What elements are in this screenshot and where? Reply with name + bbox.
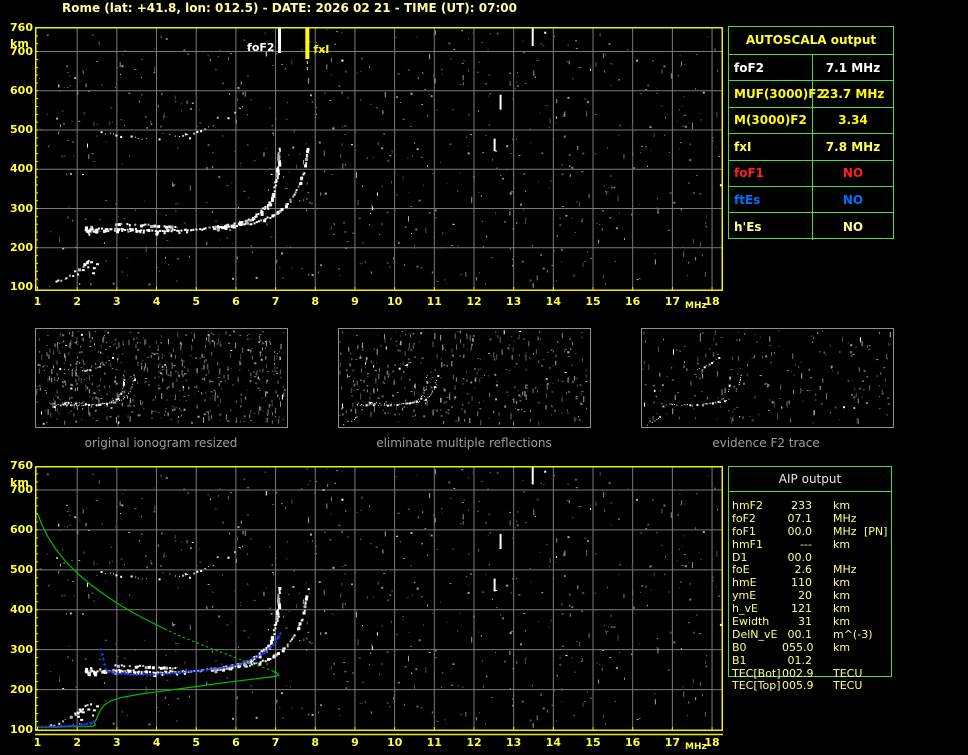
x-tick-label: 13 [506, 295, 522, 308]
x-tick-label: 11 [426, 736, 442, 749]
x-tick-label: 17 [664, 736, 681, 749]
autoscala-output-screen: Rome (lat: +41.8, lon: 012.5) - DATE: 20… [0, 0, 968, 755]
y-tick-label: 500 [10, 562, 33, 576]
x-tick-label: 10 [386, 295, 403, 308]
autoscala-row-label: M(3000)F2 [729, 107, 813, 134]
x-tick-label: 11 [426, 295, 442, 308]
autoscala-row-value: NO [842, 166, 864, 181]
y-axis-unit-label: km [10, 476, 29, 489]
x-tick-label: 12 [466, 295, 482, 308]
aip-output-row: foF1 00.0 MHz [PN] [732, 524, 888, 538]
autoscala-row-value: 7.1 MHz [825, 60, 881, 75]
aip-output-row: foF2 07.1 MHz [732, 511, 857, 525]
x-tick-label: 1 [33, 736, 42, 749]
x-tick-label: 15 [585, 295, 601, 308]
y-tick-label: 600 [10, 83, 33, 97]
page-title: Rome (lat: +41.8, lon: 012.5) - DATE: 20… [62, 1, 517, 15]
y-tick-label: 760 [10, 459, 33, 473]
aip-output-row: B1 01.2 [732, 653, 812, 667]
y-tick-label: 500 [10, 123, 33, 137]
autoscala-row-value: 23.7 MHz [821, 87, 885, 102]
autoscala-row-label: ftEs [729, 186, 813, 213]
y-tick-label: 300 [10, 642, 33, 656]
y-tick-label: 400 [10, 602, 33, 616]
thumbnail-original-ionogram [35, 328, 288, 428]
y-axis-unit-label: km [10, 37, 29, 50]
x-tick-label: 2 [73, 736, 81, 749]
x-tick-label: 17 [664, 295, 681, 308]
x-tick-label: 9 [351, 295, 359, 308]
aip-output-row: DelN_vE 00.1 m^(-3) [732, 627, 873, 641]
thumbnail-caption-3: evidence F2 trace [712, 436, 820, 450]
x-tick-label: 4 [152, 295, 161, 308]
x-tick-label: 2 [73, 295, 81, 308]
aip-table-title: AIP output [728, 467, 892, 492]
autoscala-table-row: ftEs NO [729, 186, 893, 214]
y-tick-label: 760 [10, 21, 33, 35]
thumbnail-caption-2: eliminate multiple reflections [376, 436, 552, 450]
autoscala-row-label: h'Es [729, 213, 813, 240]
y-tick-label: 400 [10, 162, 33, 176]
x-axis-unit-label: MHz [685, 742, 707, 752]
aip-output-row: hmF1 --- km [732, 537, 851, 551]
aip-output-row: TEC[Top] 005.9 TECU [732, 679, 863, 693]
y-tick-label: 200 [10, 682, 33, 696]
x-tick-label: 16 [625, 295, 641, 308]
fxI-marker-label: fxI [313, 43, 329, 56]
autoscala-table-row: M(3000)F2 3.34 [729, 107, 893, 135]
x-tick-label: 14 [545, 295, 561, 308]
x-tick-label: 13 [506, 736, 522, 749]
y-tick-label: 600 [10, 522, 33, 536]
autoscala-table-row: h'Es NO [729, 213, 893, 240]
thumbnail-eliminate-reflections [338, 328, 591, 428]
x-tick-label: 7 [271, 736, 280, 749]
thumbnail-evidence-f2-trace [641, 328, 894, 428]
bottom-ionogram-plot [35, 466, 723, 736]
autoscala-output-table: AUTOSCALA output foF2 7.1 MHz MUF(3000)F2 2… [728, 26, 894, 240]
autoscala-row-label: MUF(3000)F2 [729, 81, 825, 107]
autoscala-row-label: foF2 [729, 55, 813, 81]
x-tick-label: 8 [311, 736, 320, 749]
x-tick-label: 12 [466, 736, 482, 749]
x-tick-label: 3 [113, 295, 121, 308]
x-tick-label: 5 [192, 736, 201, 749]
x-tick-label: 6 [232, 295, 240, 308]
y-tick-label: 100 [10, 280, 33, 293]
aip-output-row: hmF2 233 km [732, 499, 851, 512]
autoscala-table-row: fxI 7.8 MHz [729, 134, 893, 161]
x-tick-label: 6 [232, 736, 240, 749]
autoscala-row-label: foF1 [729, 160, 813, 186]
autoscala-row-value: NO [842, 192, 864, 207]
aip-output-row: B0 055.0 km [732, 640, 851, 654]
y-tick-label: 200 [10, 240, 33, 254]
y-tick-label: 100 [10, 722, 33, 736]
aip-output-row: Ewidth 31 km [732, 615, 851, 629]
autoscala-row-value: 3.34 [838, 113, 868, 128]
autoscala-table-row: foF2 7.1 MHz [729, 55, 893, 82]
x-tick-label: 7 [271, 295, 280, 308]
x-tick-label: 1 [33, 295, 42, 308]
top-ionogram-plot: foF2 fxI [35, 27, 723, 291]
thumbnail-caption-1: original ionogram resized [84, 436, 238, 450]
foF2-marker-label: foF2 [247, 41, 275, 54]
x-tick-label: 5 [192, 295, 201, 308]
x-tick-label: 9 [351, 736, 359, 749]
x-tick-label: 16 [625, 736, 641, 749]
autoscala-row-value: NO [842, 219, 864, 234]
x-tick-label: 8 [311, 295, 320, 308]
autoscala-row-value: 7.8 MHz [825, 139, 881, 154]
aip-output-rows: hmF2 233 km foF2 07.1 MHz foF1 00.0 MHz [PN] hmF1-… [732, 499, 964, 693]
x-tick-label: 4 [152, 736, 161, 749]
autoscala-table-row: MUF(3000)F2 23.7 MHz [729, 81, 893, 108]
x-tick-label: 10 [386, 736, 403, 749]
autoscala-row-label: fxI [729, 134, 813, 160]
autoscala-table-row: foF1 NO [729, 160, 893, 187]
x-tick-label: 3 [113, 736, 121, 749]
x-axis-unit-label: MHz [685, 301, 707, 311]
autoscala-table-title: AUTOSCALA output [729, 27, 893, 55]
x-tick-label: 14 [545, 736, 561, 749]
x-tick-label: 15 [585, 736, 601, 749]
y-tick-label: 300 [10, 201, 33, 215]
